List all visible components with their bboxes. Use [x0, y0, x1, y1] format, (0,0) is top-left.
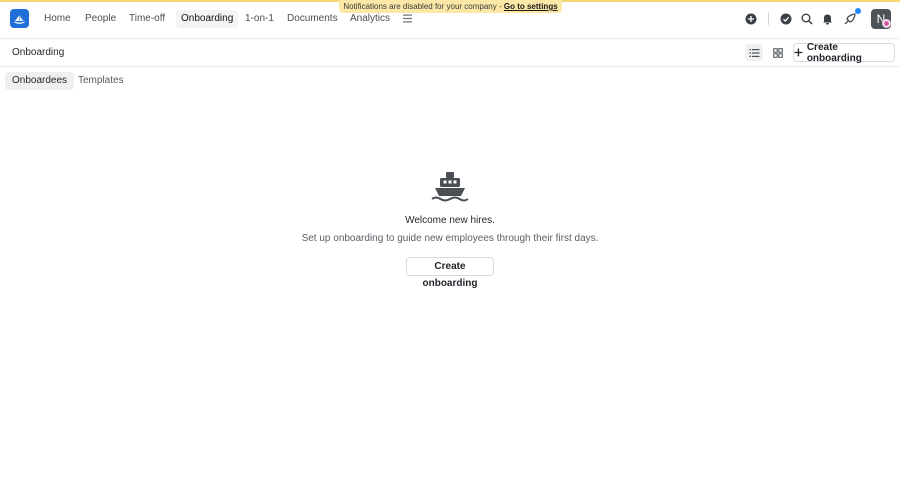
app-logo[interactable]: [10, 9, 29, 28]
nav-home[interactable]: Home: [39, 10, 76, 28]
nav-time-off[interactable]: Time-off: [124, 10, 170, 28]
bell-icon[interactable]: [821, 12, 834, 25]
page-header: Onboarding Create onboarding: [0, 39, 900, 67]
empty-state-create-button[interactable]: Create onboarding: [406, 257, 494, 289]
banner-settings-link[interactable]: Go to settings: [504, 2, 558, 11]
list-icon: [749, 48, 759, 57]
nav-divider: [768, 12, 769, 25]
tab-templates[interactable]: Templates: [71, 72, 131, 90]
search-icon[interactable]: [800, 12, 813, 25]
ship-icon: [431, 172, 469, 202]
create-onboarding-button[interactable]: Create onboarding: [793, 41, 895, 64]
launch-icon[interactable]: [843, 12, 856, 25]
notifications-banner: Notifications are disabled for your comp…: [339, 0, 562, 13]
page-title: Onboarding: [12, 47, 65, 58]
banner-text: Notifications are disabled for your comp…: [343, 2, 504, 11]
nav-documents[interactable]: Documents: [282, 10, 343, 28]
list-view-button[interactable]: [745, 44, 763, 61]
empty-state-subtitle: Set up onboarding to guide new employees…: [301, 233, 599, 244]
nav-people[interactable]: People: [80, 10, 121, 28]
add-circle-icon[interactable]: [744, 12, 757, 25]
grid-view-button[interactable]: [769, 44, 787, 61]
notification-dot: [855, 8, 861, 14]
nav-onboarding[interactable]: Onboarding: [176, 10, 239, 28]
logo-icon: [14, 15, 25, 24]
check-circle-icon[interactable]: [779, 12, 792, 25]
plus-icon: [794, 48, 803, 57]
menu-icon[interactable]: [402, 13, 413, 24]
create-onboarding-label: Create onboarding: [806, 41, 862, 64]
grid-icon: [773, 47, 783, 58]
nav-1-on-1[interactable]: 1-on-1: [240, 10, 279, 28]
avatar-status-badge: [882, 19, 891, 28]
tab-onboardees[interactable]: Onboardees: [5, 72, 75, 90]
empty-state-title: Welcome new hires.: [405, 215, 495, 226]
